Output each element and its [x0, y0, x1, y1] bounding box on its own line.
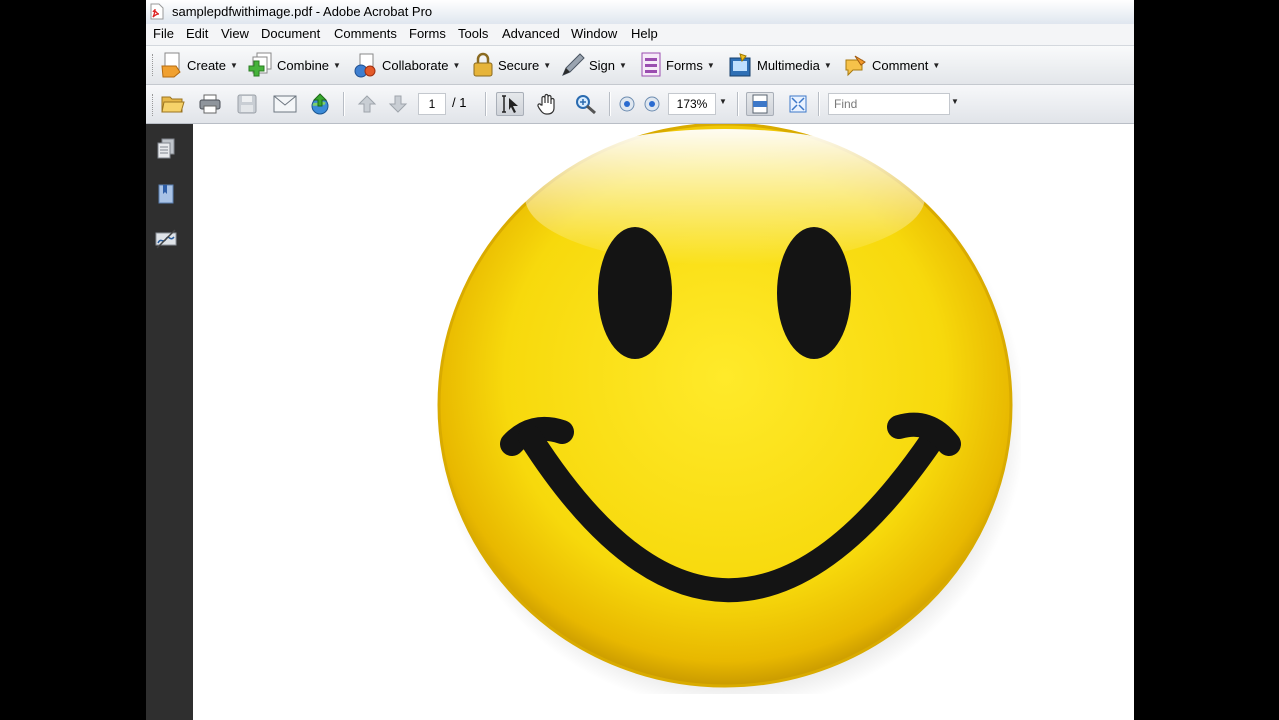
toolbar-grip[interactable]: [152, 94, 156, 116]
arrow-up-icon: [357, 95, 377, 113]
secure-label: Secure: [498, 57, 540, 73]
tools-toolbar: 1 / 1 173% ▼ Find ▼: [146, 85, 1134, 124]
pdf-file-icon: [150, 3, 164, 20]
full-screen-button[interactable]: [786, 92, 810, 116]
acrobat-window: samplepdfwithimage.pdf - Adobe Acrobat P…: [146, 0, 1134, 720]
multimedia-button[interactable]: Multimedia ▼: [728, 51, 832, 79]
smiley-face-image: [437, 124, 1021, 694]
upload-button[interactable]: [308, 92, 332, 116]
combine-files-icon: [248, 52, 272, 77]
secure-button[interactable]: Secure ▼: [471, 51, 551, 79]
document-view[interactable]: [193, 124, 1134, 720]
chevron-down-icon: ▼: [543, 60, 552, 70]
save-disk-icon: [237, 94, 257, 114]
combine-button[interactable]: Combine ▼: [248, 51, 341, 79]
previous-page-button[interactable]: [355, 92, 379, 116]
collaborate-icon: [354, 53, 376, 78]
fit-width-button[interactable]: [746, 92, 774, 116]
chevron-down-icon: ▼: [706, 60, 715, 70]
fit-page-width-icon: [752, 94, 768, 114]
folder-open-icon: [161, 96, 185, 113]
create-label: Create: [187, 57, 227, 73]
menu-tools[interactable]: Tools: [458, 26, 488, 41]
zoom-out-button[interactable]: [615, 92, 639, 116]
collaborate-button[interactable]: Collaborate ▼: [353, 51, 460, 79]
text-select-cursor-icon: [502, 95, 518, 113]
hand-tool-button[interactable]: [535, 92, 559, 116]
chevron-down-icon: ▼: [230, 60, 238, 70]
full-screen-icon: [789, 95, 807, 113]
menu-help[interactable]: Help: [631, 26, 658, 41]
next-page-button[interactable]: [386, 92, 410, 116]
pages-icon: [157, 138, 175, 159]
create-button[interactable]: Create ▼: [160, 51, 238, 79]
multimedia-icon: [729, 53, 751, 77]
zoom-level-input[interactable]: 173%: [668, 93, 716, 115]
printer-icon: [199, 94, 221, 114]
menu-document[interactable]: Document: [261, 26, 320, 41]
signatures-panel-button[interactable]: [154, 227, 178, 251]
create-pdf-icon: [161, 52, 181, 78]
toolbar-separator: [485, 92, 487, 116]
menu-comments[interactable]: Comments: [334, 26, 397, 41]
menu-window[interactable]: Window: [571, 26, 617, 41]
comment-button[interactable]: Comment ▼: [843, 51, 940, 79]
signature-icon: [155, 229, 177, 249]
sign-button[interactable]: Sign ▼: [560, 51, 627, 79]
toolbar-separator: [343, 92, 345, 116]
toolbar-separator: [818, 92, 820, 116]
combine-label: Combine: [277, 57, 330, 73]
page-number-input[interactable]: 1: [418, 93, 446, 115]
comment-note-icon: [845, 55, 866, 77]
save-button[interactable]: [235, 92, 259, 116]
zoom-tool-button[interactable]: [574, 92, 598, 116]
toolbar-grip[interactable]: [152, 54, 156, 76]
toolbar-separator: [737, 92, 739, 116]
title-bar: samplepdfwithimage.pdf - Adobe Acrobat P…: [146, 0, 1134, 25]
globe-upload-icon: [311, 93, 329, 115]
pages-panel-button[interactable]: [154, 137, 178, 161]
menu-advanced[interactable]: Advanced: [502, 26, 560, 41]
chevron-down-icon: ▼: [823, 60, 832, 70]
menu-forms[interactable]: Forms: [409, 26, 446, 41]
arrow-down-icon: [388, 95, 408, 113]
multimedia-label: Multimedia: [757, 57, 820, 73]
sign-label: Sign: [589, 57, 616, 73]
navigation-panel: [146, 124, 194, 720]
window-title: samplepdfwithimage.pdf - Adobe Acrobat P…: [172, 4, 433, 19]
toolbar-separator: [609, 92, 611, 116]
comment-label: Comment: [872, 57, 929, 73]
chevron-down-icon: ▼: [333, 60, 341, 70]
forms-button[interactable]: Forms ▼: [639, 51, 715, 79]
tasks-toolbar: Create ▼ Combine ▼ Collaborate ▼ Secure …: [146, 46, 1134, 85]
menu-view[interactable]: View: [221, 26, 249, 41]
zoom-out-icon: [619, 96, 635, 112]
page-total: / 1: [452, 95, 467, 110]
bookmarks-icon: [158, 184, 174, 204]
zoom-in-button[interactable]: [640, 92, 664, 116]
print-button[interactable]: [198, 92, 222, 116]
find-dropdown-chevron-icon[interactable]: ▼: [951, 97, 959, 106]
marquee-zoom-icon: [576, 95, 596, 115]
select-tool-button[interactable]: [496, 92, 524, 116]
bookmarks-panel-button[interactable]: [154, 182, 178, 206]
collaborate-label: Collaborate: [382, 57, 449, 73]
zoom-dropdown-chevron-icon[interactable]: ▼: [719, 97, 727, 106]
chevron-down-icon: ▼: [452, 60, 461, 70]
zoom-in-icon: [644, 96, 660, 112]
menu-bar: File Edit View Document Comments Forms T…: [146, 24, 1134, 46]
hand-icon: [537, 93, 555, 115]
pen-icon: [562, 53, 585, 76]
open-button[interactable]: [161, 92, 185, 116]
chevron-down-icon: ▼: [932, 60, 941, 70]
lock-icon: [473, 52, 493, 77]
form-icon: [641, 52, 661, 77]
menu-file[interactable]: File: [153, 26, 174, 41]
chevron-down-icon: ▼: [619, 60, 627, 70]
email-icon: [273, 95, 297, 113]
menu-edit[interactable]: Edit: [186, 26, 208, 41]
forms-label: Forms: [666, 57, 703, 73]
email-button[interactable]: [273, 92, 297, 116]
find-input[interactable]: Find: [828, 93, 950, 115]
